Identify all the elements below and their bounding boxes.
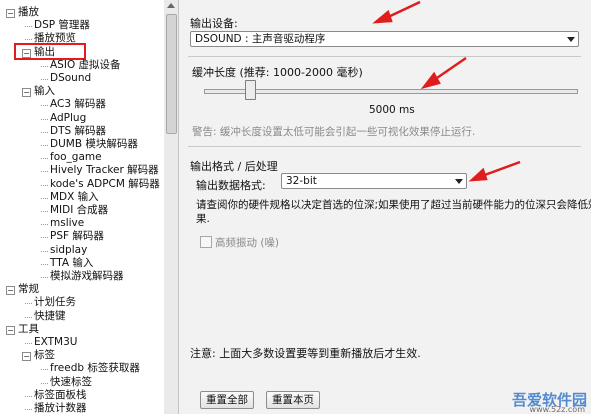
watermark-url: www.52z.com <box>529 405 585 414</box>
arrow-head-icon <box>420 71 441 90</box>
annotation-arrows <box>372 0 521 182</box>
arrow-head-icon <box>468 167 488 182</box>
arrow-head-icon <box>372 9 393 24</box>
